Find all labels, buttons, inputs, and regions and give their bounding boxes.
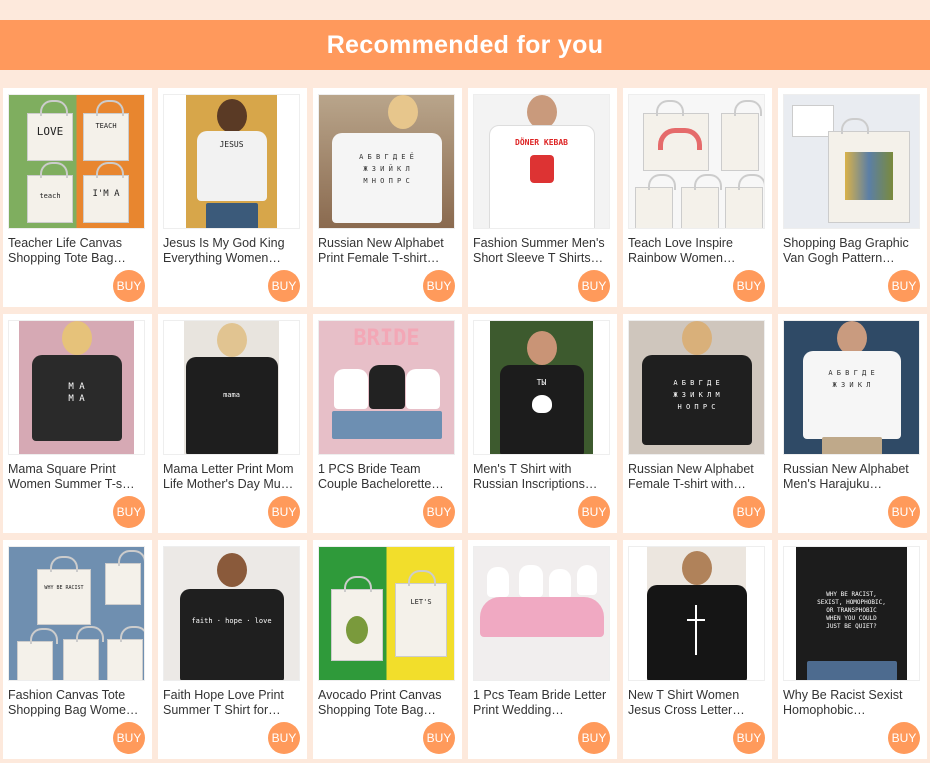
buy-button[interactable]: BUY bbox=[888, 270, 920, 302]
page-title: Recommended for you bbox=[326, 30, 604, 59]
buy-button[interactable]: BUY bbox=[113, 722, 145, 754]
product-image[interactable] bbox=[628, 94, 765, 229]
product-title[interactable]: Teach Love Inspire Rainbow Women… bbox=[628, 236, 766, 266]
product-card[interactable]: DÖNER KEBAB Fashion Summer Men's Short S… bbox=[468, 88, 617, 307]
product-title[interactable]: Russian New Alphabet Female T-shirt with… bbox=[628, 462, 766, 492]
product-image[interactable]: DÖNER KEBAB bbox=[473, 94, 610, 229]
product-image[interactable]: ТЫ bbox=[473, 320, 610, 455]
product-title[interactable]: Shopping Bag Graphic Van Gogh Pattern… bbox=[783, 236, 921, 266]
product-card[interactable]: Teach Love Inspire Rainbow Women… BUY bbox=[623, 88, 772, 307]
product-image[interactable]: mama bbox=[163, 320, 300, 455]
product-image[interactable] bbox=[473, 546, 610, 681]
product-card[interactable]: А Б В Г Д Е Ж З И К Л Russian New Alphab… bbox=[778, 314, 927, 533]
product-card[interactable]: Shopping Bag Graphic Van Gogh Pattern… B… bbox=[778, 88, 927, 307]
buy-button[interactable]: BUY bbox=[888, 496, 920, 528]
buy-button[interactable]: BUY bbox=[423, 270, 455, 302]
product-card[interactable]: А Б В Г Д Е Ж З И К Л М Н О П Р С Russia… bbox=[623, 314, 772, 533]
product-card[interactable]: New T Shirt Women Jesus Cross Letter… BU… bbox=[623, 540, 772, 759]
buy-button[interactable]: BUY bbox=[578, 270, 610, 302]
product-image[interactable]: WHY BE RACIST bbox=[8, 546, 145, 681]
buy-button[interactable]: BUY bbox=[733, 270, 765, 302]
product-image[interactable]: JESUS bbox=[163, 94, 300, 229]
product-image[interactable] bbox=[783, 94, 920, 229]
product-image[interactable] bbox=[628, 546, 765, 681]
product-image[interactable]: WHY BE RACIST, SEXIST, HOMOPHOBIC, OR TR… bbox=[783, 546, 920, 681]
product-card[interactable]: 1 Pcs Team Bride Letter Print Wedding… B… bbox=[468, 540, 617, 759]
product-image[interactable]: LET'S bbox=[318, 546, 455, 681]
product-title[interactable]: Avocado Print Canvas Shopping Tote Bag… bbox=[318, 688, 456, 718]
product-card[interactable]: WHY BE RACIST, SEXIST, HOMOPHOBIC, OR TR… bbox=[778, 540, 927, 759]
product-title[interactable]: Men's T Shirt with Russian Inscriptions… bbox=[473, 462, 611, 492]
buy-button[interactable]: BUY bbox=[268, 496, 300, 528]
product-title[interactable]: Mama Square Print Women Summer T-s… bbox=[8, 462, 146, 492]
product-image[interactable]: M A M A bbox=[8, 320, 145, 455]
product-title[interactable]: New T Shirt Women Jesus Cross Letter… bbox=[628, 688, 766, 718]
product-image[interactable]: А Б В Г Д Е Ё Ж З И Й К Л М Н О П Р С bbox=[318, 94, 455, 229]
buy-button[interactable]: BUY bbox=[888, 722, 920, 754]
product-card[interactable]: А Б В Г Д Е Ё Ж З И Й К Л М Н О П Р С Ru… bbox=[313, 88, 462, 307]
product-title[interactable]: Teacher Life Canvas Shopping Tote Bag… bbox=[8, 236, 146, 266]
product-title[interactable]: Russian New Alphabet Men's Harajuku… bbox=[783, 462, 921, 492]
buy-button[interactable]: BUY bbox=[733, 496, 765, 528]
buy-button[interactable]: BUY bbox=[268, 270, 300, 302]
product-image[interactable]: BRIDE bbox=[318, 320, 455, 455]
buy-button[interactable]: BUY bbox=[113, 496, 145, 528]
product-title[interactable]: Jesus Is My God King Everything Women… bbox=[163, 236, 301, 266]
product-image[interactable]: LOVE TEACH teach I'M A bbox=[8, 94, 145, 229]
product-image[interactable]: А Б В Г Д Е Ж З И К Л М Н О П Р С bbox=[628, 320, 765, 455]
product-card[interactable]: LOVE TEACH teach I'M A Teacher Life Canv… bbox=[3, 88, 152, 307]
product-title[interactable]: Fashion Summer Men's Short Sleeve T Shir… bbox=[473, 236, 611, 266]
product-card[interactable]: BRIDE 1 PCS Bride Team Couple Bacheloret… bbox=[313, 314, 462, 533]
product-image[interactable]: А Б В Г Д Е Ж З И К Л bbox=[783, 320, 920, 455]
buy-button[interactable]: BUY bbox=[113, 270, 145, 302]
product-card[interactable]: JESUS Jesus Is My God King Everything Wo… bbox=[158, 88, 307, 307]
product-card[interactable]: mama Mama Letter Print Mom Life Mother's… bbox=[158, 314, 307, 533]
buy-button[interactable]: BUY bbox=[578, 722, 610, 754]
buy-button[interactable]: BUY bbox=[268, 722, 300, 754]
product-title[interactable]: Russian New Alphabet Print Female T-shir… bbox=[318, 236, 456, 266]
buy-button[interactable]: BUY bbox=[733, 722, 765, 754]
product-title[interactable]: Fashion Canvas Tote Shopping Bag Wome… bbox=[8, 688, 146, 718]
product-card[interactable]: faith · hope · love Faith Hope Love Prin… bbox=[158, 540, 307, 759]
buy-button[interactable]: BUY bbox=[578, 496, 610, 528]
product-title[interactable]: 1 PCS Bride Team Couple Bachelorette… bbox=[318, 462, 456, 492]
product-title[interactable]: Mama Letter Print Mom Life Mother's Day … bbox=[163, 462, 301, 492]
product-card[interactable]: M A M A Mama Square Print Women Summer T… bbox=[3, 314, 152, 533]
buy-button[interactable]: BUY bbox=[423, 496, 455, 528]
product-title[interactable]: 1 Pcs Team Bride Letter Print Wedding… bbox=[473, 688, 611, 718]
product-card[interactable]: WHY BE RACIST Fashion Canvas Tote Shoppi… bbox=[3, 540, 152, 759]
product-title[interactable]: Why Be Racist Sexist Homophobic… bbox=[783, 688, 921, 718]
product-card[interactable]: ТЫ Men's T Shirt with Russian Inscriptio… bbox=[468, 314, 617, 533]
product-image[interactable]: faith · hope · love bbox=[163, 546, 300, 681]
product-title[interactable]: Faith Hope Love Print Summer T Shirt for… bbox=[163, 688, 301, 718]
recommended-header: Recommended for you bbox=[0, 20, 930, 70]
product-card[interactable]: LET'S Avocado Print Canvas Shopping Tote… bbox=[313, 540, 462, 759]
buy-button[interactable]: BUY bbox=[423, 722, 455, 754]
